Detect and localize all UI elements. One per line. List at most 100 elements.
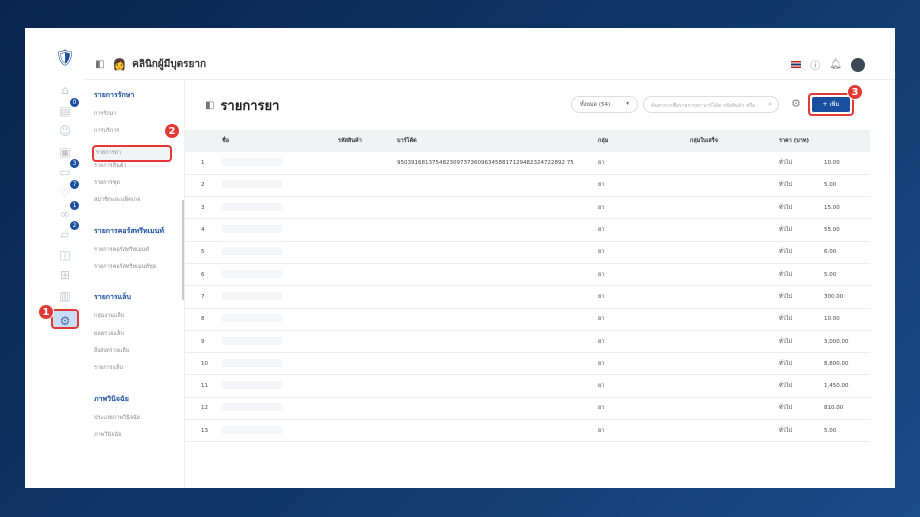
filter-select[interactable]: ทั้งหมด (54) ▾ — [571, 96, 638, 113]
user-icon[interactable]: ☺ — [53, 123, 77, 139]
submenu-item[interactable]: รายการสินค้า — [94, 162, 184, 179]
bed-icon[interactable]: ▭ 3 — [53, 159, 79, 180]
drug-name — [222, 374, 338, 398]
badge: 0 — [70, 97, 79, 107]
logo-icon: 🛡 — [54, 48, 76, 67]
table-row[interactable]: 6 ยา ทั่วไป 5.00 — [185, 263, 870, 287]
group: ยา — [598, 308, 690, 331]
document-icon[interactable]: ▣ — [53, 144, 77, 160]
app-window: 🛡 ⌂ ▤ 0 ☺ ▣ ▭ 3 ♡ 7 ∞ 1 ▱ 2 ◫ ⊞ ▥ ⚙ 1 ◧ 👩 คลิ… — [25, 28, 895, 488]
table-row[interactable]: 10 ยา ทั่วไป 8,800.00 — [185, 352, 870, 376]
col-code[interactable]: รหัสสินค้า — [338, 130, 397, 152]
product-code — [338, 352, 397, 376]
col-name[interactable]: ชื่อ — [222, 130, 338, 152]
table-row[interactable]: 8 ยา ทั่วไป 10.00 — [185, 308, 870, 331]
group: ยา — [598, 397, 690, 421]
submenu-item[interactable]: รายการชุด — [94, 179, 184, 196]
table-row[interactable]: 4 ยา ทั่วไป 55.00 — [185, 218, 870, 242]
table-row[interactable]: 5 ยา ทั่วไป 6.00 — [185, 241, 870, 264]
settings-icon[interactable]: ⚙ — [51, 308, 79, 329]
home-icon[interactable]: ⌂ — [53, 82, 77, 98]
submenu-item[interactable]: ภาพวินิจฉัย — [94, 431, 184, 448]
price-type: ทั่วไป — [779, 271, 792, 278]
drug-name — [222, 174, 338, 198]
group: ยา — [598, 330, 690, 354]
calendar-icon[interactable]: ▤ 0 — [53, 97, 79, 119]
add-button[interactable]: + เพิ่ม — [812, 97, 850, 112]
table-row[interactable]: 1 95039168137548230973736096345881712948… — [185, 152, 870, 175]
price-type: ทั่วไป — [779, 383, 792, 390]
group: ยา — [598, 285, 690, 309]
table-row[interactable]: 11 ยา ทั่วไป 1,450.00 — [185, 374, 870, 398]
submenu-scrollbar[interactable] — [182, 200, 184, 300]
product-code — [338, 397, 397, 421]
product-code — [338, 330, 397, 354]
price: 6.00 — [824, 249, 837, 256]
grid-icon[interactable]: ⊞ — [53, 267, 77, 283]
table-row[interactable]: 2 ยา ทั่วไป 5.00 — [185, 174, 870, 198]
drug-name — [222, 397, 338, 421]
price-type: ทั่วไป — [779, 159, 792, 166]
submenu-heading: รายการรักษา — [94, 91, 135, 99]
search-input[interactable]: ค้นหาจากชื่อรายการยา บาร์โค้ด รหัสสินค้า… — [643, 96, 779, 113]
box-icon[interactable]: ◫ — [53, 247, 77, 263]
price-type: ทั่วไป — [779, 338, 792, 345]
badge: 3 — [70, 159, 79, 169]
price: 5.00 — [824, 427, 837, 434]
product-code — [338, 174, 397, 198]
price-type: ทั่วไป — [779, 182, 792, 189]
price-type: ทั่วไป — [779, 427, 792, 434]
table-row[interactable]: 7 ยา ทั่วไป 300.00 — [185, 285, 870, 309]
col-group[interactable]: กลุ่ม — [598, 130, 690, 152]
price-cell: ทั่วไป 10.00 — [779, 308, 870, 331]
col-barcode[interactable]: บาร์โค้ด — [397, 130, 598, 152]
stethoscope-icon[interactable]: ♡ 7 — [53, 179, 79, 201]
chart-icon[interactable]: ▥ — [53, 288, 77, 304]
drug-name — [222, 152, 338, 175]
submenu-item[interactable]: กลุ่มงานแล็บ — [94, 312, 184, 329]
bell-icon[interactable]: 🔔︎ — [829, 59, 842, 70]
table-row[interactable]: 9 ยา ทั่วไป 3,000.00 — [185, 330, 870, 354]
submenu-item[interactable]: รายการคอร์สทรีทเมนท์ — [94, 246, 184, 263]
badge: 7 — [70, 179, 79, 189]
receipt-group — [690, 241, 779, 264]
col-receipt-group[interactable]: กลุ่มใบเสร็จ — [690, 130, 779, 152]
row-number: 11 — [185, 374, 222, 398]
top-bar: ◧ 👩 คลินิกผู้มีบุตรยาก ⓘ 🔔︎ — [85, 50, 895, 80]
table-row[interactable]: 3 ยา ทั่วไป 15.00 — [185, 196, 870, 220]
badge: 2 — [70, 221, 79, 231]
drug-name — [222, 419, 338, 443]
drug-name — [222, 263, 338, 287]
price-cell: ทั่วไป 5.00 — [779, 419, 870, 443]
barcode: 9503916813754823097373609634588171294823… — [397, 152, 598, 175]
settings-icon[interactable]: ⚙ — [791, 97, 801, 110]
price: 300.00 — [824, 293, 844, 300]
product-code — [338, 285, 397, 309]
submenu-item[interactable]: ประเภทภาพวินิจฉัย — [94, 414, 184, 431]
payment-icon[interactable]: ▱ 2 — [53, 221, 79, 242]
price: 5.00 — [824, 182, 837, 189]
submenu-item[interactable]: สิ่งส่งตรวจแล็บ — [94, 347, 184, 364]
pills-icon[interactable]: ∞ 1 — [53, 200, 79, 222]
price-cell: ทั่วไป 3,000.00 — [779, 330, 870, 354]
help-icon[interactable]: ⓘ — [810, 57, 820, 72]
submenu-item-active[interactable]: รายการยา — [92, 144, 172, 162]
price-type: ทั่วไป — [779, 360, 792, 367]
barcode — [397, 397, 598, 421]
group: ยา — [598, 196, 690, 220]
barcode — [397, 263, 598, 287]
user-avatar[interactable] — [851, 57, 865, 72]
product-code — [338, 218, 397, 242]
table-row[interactable]: 12 ยา ทั่วไป 810.00 — [185, 397, 870, 421]
submenu: รายการรักษา การรักษา การบริการ รายการยา … — [85, 80, 185, 488]
submenu-item[interactable]: รายการแล็บ — [94, 364, 184, 381]
submenu-item[interactable]: รายการคอร์สทรีทเมนท์ชุด — [94, 263, 184, 280]
submenu-item[interactable]: ผลตรวจแล็บ — [94, 330, 184, 347]
thai-flag-icon[interactable] — [791, 61, 802, 68]
submenu-item[interactable]: สมาชิกและแพ็คเกจ — [94, 196, 184, 213]
table-row[interactable]: 13 ยา ทั่วไป 5.00 — [185, 419, 870, 443]
col-price[interactable]: ราคา (บาท) — [779, 130, 870, 152]
receipt-group — [690, 308, 779, 331]
sidebar-toggle-icon[interactable]: ◧ — [95, 59, 104, 70]
product-code — [338, 419, 397, 443]
